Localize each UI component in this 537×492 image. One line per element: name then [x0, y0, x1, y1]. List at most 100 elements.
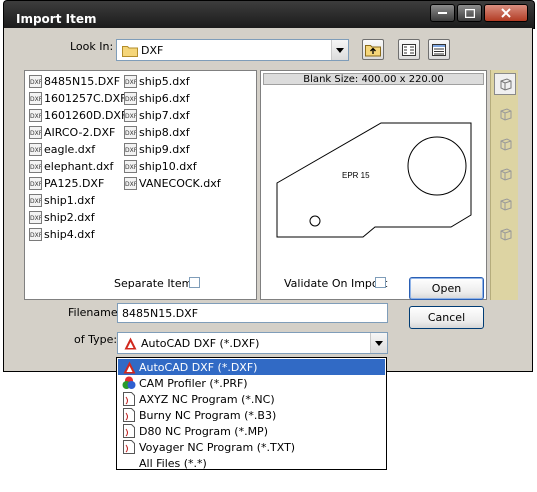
open-button[interactable]: Open: [409, 277, 484, 300]
view-toolbar: [490, 70, 518, 300]
file-name: ship8.dxf: [139, 125, 190, 139]
filename-input[interactable]: 8485N15.DXF: [117, 303, 388, 323]
dxf-file-icon: DXF: [124, 142, 137, 156]
file-item[interactable]: DXF ship4.dxf: [29, 226, 95, 242]
dxf-file-icon: DXF: [124, 159, 137, 173]
file-name: eagle.dxf: [44, 142, 96, 156]
file-item[interactable]: DXF ship1.dxf: [29, 192, 95, 208]
file-name: ship6.dxf: [139, 91, 190, 105]
nc-program-icon: [122, 408, 136, 422]
dxf-file-icon: DXF: [124, 108, 137, 122]
file-type-dropdown-button[interactable]: [370, 333, 387, 353]
file-list[interactable]: DXF 8485N15.DXF DXF 1601257C.DXF DXF 1601260D…: [24, 70, 257, 300]
file-type-label: of Type:: [74, 333, 118, 346]
chevron-down-icon: [336, 47, 344, 53]
file-item[interactable]: DXF ship9.dxf: [124, 141, 190, 157]
file-item[interactable]: DXF 8485N15.DXF: [29, 73, 120, 89]
file-item[interactable]: DXF ship10.dxf: [124, 158, 197, 174]
dxf-file-icon: DXF: [29, 210, 42, 224]
cam-profiler-icon: [122, 376, 136, 390]
dxf-file-icon: DXF: [124, 91, 137, 105]
filename-label: Filename:: [68, 306, 122, 319]
close-button[interactable]: [484, 4, 528, 22]
type-option-voyager[interactable]: Voyager NC Program (*.TXT): [118, 439, 385, 455]
file-item[interactable]: DXF ship7.dxf: [124, 107, 190, 123]
file-name: ship1.dxf: [44, 193, 95, 207]
cube-iso-icon: [500, 198, 512, 211]
title-bar[interactable]: Import Item: [3, 0, 535, 29]
maximize-button[interactable]: [457, 4, 482, 22]
file-name: 8485N15.DXF: [44, 74, 121, 88]
dxf-file-icon: DXF: [124, 176, 137, 190]
cube-back-icon: [500, 228, 512, 241]
type-option-d80[interactable]: D80 NC Program (*.MP): [118, 423, 385, 439]
file-type-value: AutoCAD DXF (*.DXF): [141, 337, 260, 350]
file-name: ship10.dxf: [139, 159, 197, 173]
type-option-label: AXYZ NC Program (*.NC): [139, 392, 275, 406]
cube-view-icon: [500, 78, 512, 91]
file-name: VANECOCK.dxf: [139, 176, 221, 190]
autocad-icon: [122, 360, 136, 374]
close-icon: [501, 8, 511, 18]
look-in-combo[interactable]: DXF: [116, 39, 349, 61]
view-back-button[interactable]: [494, 223, 516, 245]
file-item[interactable]: DXF PA125.DXF: [29, 175, 104, 191]
dxf-file-icon: DXF: [124, 125, 137, 139]
view-3d-button[interactable]: [494, 73, 516, 95]
type-option-label: CAM Profiler (*.PRF): [139, 376, 248, 390]
validate-on-import-checkbox[interactable]: [375, 277, 386, 288]
file-name: ship5.dxf: [139, 74, 190, 88]
part-preview-drawing: EPR 15: [276, 122, 472, 238]
dxf-file-icon: DXF: [29, 74, 42, 88]
dxf-file-icon: DXF: [29, 91, 42, 105]
look-in-value: DXF: [141, 44, 164, 57]
type-option-cam-profiler[interactable]: CAM Profiler (*.PRF): [118, 375, 385, 391]
type-option-burny[interactable]: Burny NC Program (*.B3): [118, 407, 385, 423]
nc-program-icon: [122, 424, 136, 438]
preview-panel: Blank Size: 400.00 x 220.00 EPR 15: [260, 70, 487, 300]
validate-on-import-label: Validate On Import: [284, 277, 388, 290]
type-option-axyz[interactable]: AXYZ NC Program (*.NC): [118, 391, 385, 407]
file-item[interactable]: DXF ship5.dxf: [124, 73, 190, 89]
dxf-file-icon: DXF: [29, 193, 42, 207]
view-side-button[interactable]: [494, 163, 516, 185]
list-view-button[interactable]: [398, 39, 420, 60]
list-view-icon: [402, 43, 416, 56]
details-view-icon: [432, 43, 446, 56]
file-item[interactable]: DXF ship8.dxf: [124, 124, 190, 140]
type-option-label: AutoCAD DXF (*.DXF): [139, 360, 258, 374]
file-item[interactable]: DXF VANECOCK.dxf: [124, 175, 221, 191]
view-top-button[interactable]: [494, 133, 516, 155]
type-option-all-files[interactable]: All Files (*.*): [118, 455, 385, 471]
cancel-button[interactable]: Cancel: [409, 306, 484, 329]
file-name: ship4.dxf: [44, 227, 95, 241]
view-iso-button[interactable]: [494, 193, 516, 215]
type-option-autocad[interactable]: AutoCAD DXF (*.DXF): [118, 359, 385, 375]
up-folder-button[interactable]: [362, 39, 384, 60]
file-item[interactable]: DXF 1601260D.DXF: [29, 107, 127, 123]
minimize-button[interactable]: [430, 4, 455, 22]
file-item[interactable]: DXF elephant.dxf: [29, 158, 113, 174]
up-folder-icon: [365, 44, 381, 56]
file-item[interactable]: DXF eagle.dxf: [29, 141, 95, 157]
part-label: EPR 15: [342, 171, 370, 180]
file-item[interactable]: DXF ship2.dxf: [29, 209, 95, 225]
file-name: 1601260D.DXF: [44, 108, 128, 122]
view-front-button[interactable]: [494, 103, 516, 125]
file-name: elephant.dxf: [44, 159, 114, 173]
file-item[interactable]: DXF AIRCO-2.DXF: [29, 124, 115, 140]
window-controls: [430, 4, 528, 22]
dxf-file-icon: DXF: [29, 176, 42, 190]
blank-size-header: Blank Size: 400.00 x 220.00: [263, 73, 484, 85]
look-in-dropdown-button[interactable]: [331, 40, 348, 60]
file-item[interactable]: DXF 1601257C.DXF: [29, 90, 127, 106]
file-type-combo[interactable]: AutoCAD DXF (*.DXF): [117, 332, 388, 354]
file-type-dropdown-list[interactable]: AutoCAD DXF (*.DXF) CAM Profiler (*.PRF)…: [116, 357, 387, 470]
nc-program-icon: [122, 440, 136, 454]
file-item[interactable]: DXF ship6.dxf: [124, 90, 190, 106]
separate-items-checkbox[interactable]: [189, 277, 200, 288]
type-option-label: D80 NC Program (*.MP): [139, 424, 268, 438]
details-view-button[interactable]: [428, 39, 450, 60]
file-name: AIRCO-2.DXF: [44, 125, 116, 139]
type-option-label: Voyager NC Program (*.TXT): [139, 440, 296, 454]
